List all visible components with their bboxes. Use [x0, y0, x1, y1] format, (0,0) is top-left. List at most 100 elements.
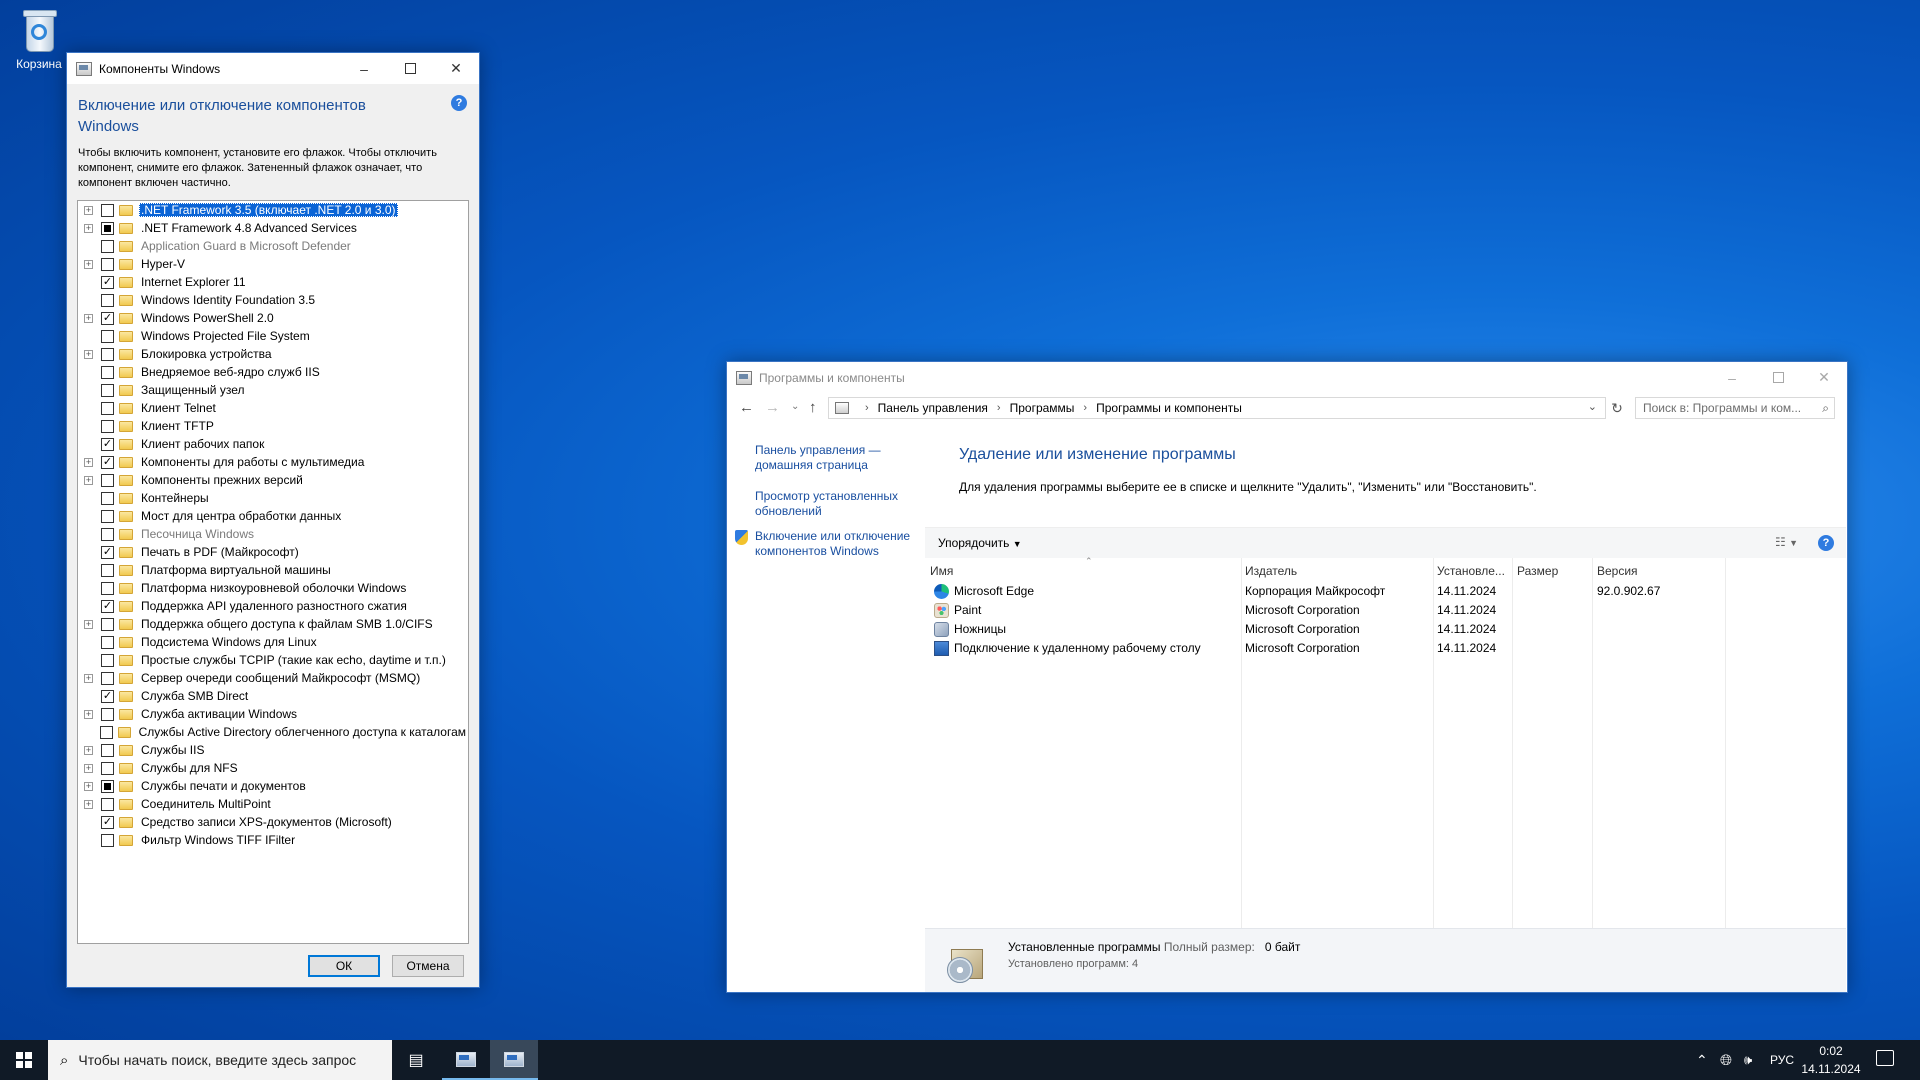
volume-button[interactable]: 🕪︎ [1744, 1040, 1752, 1080]
feature-item[interactable]: Фильтр Windows TIFF IFilter [78, 831, 468, 849]
feature-item[interactable]: + Соединитель MultiPoint [78, 795, 468, 813]
taskbar-windows-features[interactable] [490, 1040, 538, 1080]
feature-item[interactable]: Контейнеры [78, 489, 468, 507]
taskbar-search-box[interactable]: ⌕ Чтобы начать поиск, введите здесь запр… [48, 1040, 392, 1080]
expand-icon[interactable]: + [84, 763, 93, 773]
feature-item[interactable]: Клиент TFTP [78, 417, 468, 435]
help-button[interactable]: ? [1818, 535, 1834, 551]
feature-checkbox[interactable] [101, 653, 114, 667]
feature-checkbox[interactable]: ✓ [101, 437, 114, 451]
table-row[interactable]: Ножницы Microsoft Corporation 14.11.2024 [925, 620, 1846, 639]
feature-checkbox[interactable]: ✓ [101, 545, 114, 559]
feature-item[interactable]: Защищенный узел [78, 381, 468, 399]
feature-checkbox[interactable] [101, 221, 114, 235]
feature-item[interactable]: Песочница Windows [78, 525, 468, 543]
feature-checkbox[interactable]: ✓ [101, 455, 114, 469]
change-view-button[interactable]: ☷ ▼ [1775, 535, 1798, 549]
feature-checkbox[interactable] [101, 527, 114, 541]
feature-checkbox[interactable] [101, 473, 114, 487]
feature-item[interactable]: Мост для центра обработки данных [78, 507, 468, 525]
feature-checkbox[interactable] [101, 365, 114, 379]
search-input[interactable]: Поиск в: Программы и ком... ⌕ [1635, 397, 1835, 419]
taskbar-programs-and-features[interactable] [442, 1040, 490, 1080]
view-installed-updates-link[interactable]: Просмотр установленных обновлений [755, 489, 923, 519]
address-bar[interactable]: › Панель управления › Программы › Програ… [828, 397, 1606, 419]
expand-icon[interactable]: + [84, 223, 93, 233]
help-button[interactable]: ? [451, 95, 467, 111]
feature-item[interactable]: ✓ Служба SMB Direct [78, 687, 468, 705]
refresh-button[interactable]: ↻ [1607, 398, 1627, 418]
feature-checkbox[interactable] [101, 509, 114, 523]
column-name[interactable]: Имя [930, 564, 953, 578]
feature-item[interactable]: + Службы IIS [78, 741, 468, 759]
expand-icon[interactable]: + [84, 799, 93, 809]
expand-icon[interactable]: + [84, 619, 93, 629]
address-dropdown-button[interactable]: ⌄ [1588, 400, 1597, 413]
forward-button[interactable]: → [765, 399, 780, 416]
up-button[interactable]: ↑ [809, 399, 817, 416]
feature-item[interactable]: + .NET Framework 3.5 (включает .NET 2.0 и… [78, 201, 468, 219]
close-button[interactable]: ✕ [433, 53, 479, 84]
feature-item[interactable]: Простые службы TCPIP (такие как echo, da… [78, 651, 468, 669]
table-row[interactable]: Microsoft Edge Корпорация Майкрософт 14.11… [925, 582, 1846, 601]
feature-checkbox[interactable] [100, 725, 113, 739]
clock[interactable]: 0:02 14.11.2024 [1800, 1042, 1862, 1078]
feature-item[interactable]: + Службы для NFS [78, 759, 468, 777]
expand-icon[interactable]: + [84, 709, 93, 719]
feature-checkbox[interactable] [101, 383, 114, 397]
feature-item[interactable]: + Поддержка общего доступа к файлам SMB 1… [78, 615, 468, 633]
feature-item[interactable]: Application Guard в Microsoft Defender [78, 237, 468, 255]
feature-checkbox[interactable] [101, 401, 114, 415]
feature-checkbox[interactable] [101, 761, 114, 775]
feature-item[interactable]: ✓ Поддержка API удаленного разностного сж… [78, 597, 468, 615]
turn-windows-features-link[interactable]: Включение или отключение компонентов Win… [755, 529, 923, 559]
feature-item[interactable]: Платформа низкоуровневой оболочки Window… [78, 579, 468, 597]
feature-item[interactable]: + Блокировка устройства [78, 345, 468, 363]
feature-item[interactable]: + Служба активации Windows [78, 705, 468, 723]
breadcrumb-programs-and-features[interactable]: Программы и компоненты [1096, 401, 1242, 415]
feature-checkbox[interactable] [101, 635, 114, 649]
feature-checkbox[interactable]: ✓ [101, 311, 114, 325]
desktop-icon-recycle-bin[interactable]: Корзина [8, 8, 70, 71]
feature-checkbox[interactable] [101, 257, 114, 271]
breadcrumb-control-panel[interactable]: Панель управления [878, 401, 988, 415]
feature-checkbox[interactable]: ✓ [101, 599, 114, 613]
programs-titlebar[interactable]: Программы и компоненты – ✕ [727, 362, 1847, 393]
feature-item[interactable]: + .NET Framework 4.8 Advanced Services [78, 219, 468, 237]
feature-checkbox[interactable] [101, 797, 114, 811]
network-button[interactable]: 🌐︎ [1720, 1040, 1732, 1080]
feature-checkbox[interactable] [101, 239, 114, 253]
table-row[interactable]: Paint Microsoft Corporation 14.11.2024 [925, 601, 1846, 620]
feature-checkbox[interactable]: ✓ [101, 275, 114, 289]
features-tree[interactable]: + .NET Framework 3.5 (включает .NET 2.0 и… [77, 200, 469, 944]
column-publisher[interactable]: Издатель [1245, 564, 1297, 578]
cancel-button[interactable]: Отмена [392, 955, 464, 977]
expand-icon[interactable]: + [84, 673, 93, 683]
minimize-button[interactable]: – [341, 53, 387, 84]
column-installed-on[interactable]: Установле... [1437, 564, 1505, 578]
feature-item[interactable]: Windows Projected File System [78, 327, 468, 345]
ok-button[interactable]: ОК [308, 955, 380, 977]
feature-item[interactable]: Внедряемое веб-ядро служб IIS [78, 363, 468, 381]
feature-item[interactable]: ✓ Средство записи XPS-документов (Microso… [78, 813, 468, 831]
feature-checkbox[interactable] [101, 329, 114, 343]
feature-item[interactable]: Службы Active Directory облегченного дос… [78, 723, 468, 741]
expand-icon[interactable]: + [84, 781, 93, 791]
close-button[interactable]: ✕ [1801, 362, 1847, 393]
feature-checkbox[interactable]: ✓ [101, 689, 114, 703]
feature-item[interactable]: + Компоненты прежних версий [78, 471, 468, 489]
feature-item[interactable]: ✓ Клиент рабочих папок [78, 435, 468, 453]
feature-checkbox[interactable] [101, 581, 114, 595]
feature-checkbox[interactable] [101, 203, 114, 217]
start-button[interactable] [0, 1040, 48, 1080]
feature-checkbox[interactable] [101, 347, 114, 361]
table-row[interactable]: Подключение к удаленному рабочему столу M… [925, 639, 1846, 658]
feature-item[interactable]: Платформа виртуальной машины [78, 561, 468, 579]
feature-checkbox[interactable] [101, 833, 114, 847]
control-panel-home-link[interactable]: Панель управления — домашняя страница [755, 443, 923, 473]
feature-checkbox[interactable] [101, 419, 114, 433]
expand-icon[interactable]: + [84, 313, 93, 323]
feature-item[interactable]: + Сервер очереди сообщений Майкрософт (MS… [78, 669, 468, 687]
feature-item[interactable]: ✓ Internet Explorer 11 [78, 273, 468, 291]
feature-item[interactable]: Клиент Telnet [78, 399, 468, 417]
